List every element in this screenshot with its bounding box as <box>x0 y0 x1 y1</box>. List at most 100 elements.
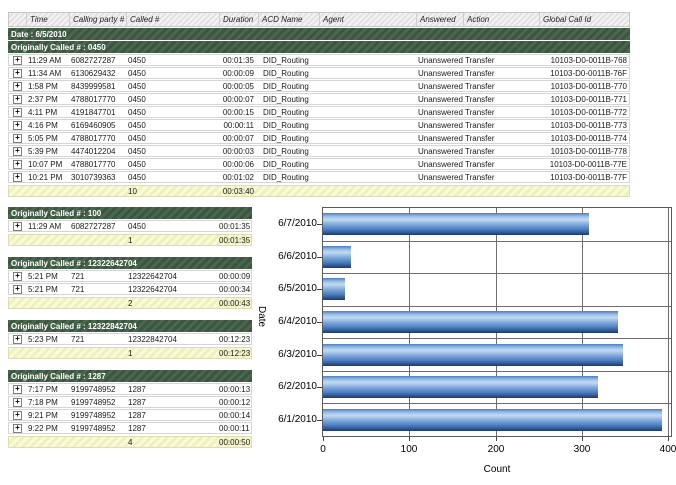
expand-row-icon[interactable]: + <box>13 398 22 407</box>
cell-action: Transfer <box>463 147 539 156</box>
cell-called: 1287 <box>126 411 219 420</box>
table-row: +11:29 AM6082727287045000:01:35DID_Routi… <box>8 54 630 66</box>
cell-global-call-id: 10103-D0-0011B-77E <box>539 160 631 169</box>
cell-global-call-id: 10103-D0-0011B-768 <box>539 56 631 65</box>
expand-row-icon[interactable]: + <box>13 285 22 294</box>
summary-call-count: 4 <box>126 438 219 447</box>
cell-calling-party: 6082727287 <box>69 222 126 231</box>
y-tick-label: 6/2/2010 <box>255 381 317 392</box>
table-row: +7:17 PM9199748952128700:00:13 <box>8 383 252 395</box>
table-header-row: TimeCalling party #Called #DurationACD N… <box>8 12 630 27</box>
y-tick-6-3-2010 <box>317 355 322 356</box>
x-axis-title: Count <box>322 464 672 475</box>
expand-row-icon[interactable]: + <box>13 160 22 169</box>
cell-acd-name: DID_Routing <box>258 134 319 143</box>
expand-row-icon[interactable]: + <box>13 95 22 104</box>
expand-cell: + <box>9 411 26 420</box>
expand-row-icon[interactable]: + <box>13 424 22 433</box>
cell-action: Transfer <box>463 56 539 65</box>
expand-cell: + <box>9 385 26 394</box>
cell-calling-party: 6169460905 <box>69 121 126 130</box>
cell-time: 5:21 PM <box>26 285 69 294</box>
cell-duration: 00:00:05 <box>219 82 258 91</box>
cell-time: 4:11 PM <box>26 108 69 117</box>
expand-row-icon[interactable]: + <box>13 147 22 156</box>
cell-called: 0450 <box>126 108 219 117</box>
expand-row-icon[interactable]: + <box>13 272 22 281</box>
called-group-section: Originally Called # : 100+11:29 AM608272… <box>8 207 252 246</box>
cell-acd-name: DID_Routing <box>258 69 319 78</box>
cell-duration: 00:00:07 <box>219 95 258 104</box>
group-summary-row: 400:00:50 <box>8 436 252 448</box>
expand-row-icon[interactable]: + <box>13 222 22 231</box>
cell-global-call-id: 10103-D0-0011B-774 <box>539 134 631 143</box>
expand-row-icon[interactable]: + <box>13 134 22 143</box>
y-tick-label: 6/1/2010 <box>255 414 317 425</box>
cell-time: 5:39 PM <box>26 147 69 156</box>
expand-row-icon[interactable]: + <box>13 411 22 420</box>
expand-row-icon[interactable]: + <box>13 173 22 182</box>
expand-cell: + <box>9 285 26 294</box>
cell-action: Transfer <box>463 173 539 182</box>
cell-global-call-id: 10103-D0-0011B-772 <box>539 108 631 117</box>
summary-call-count: 1 <box>126 349 219 358</box>
cell-calling-party: 4474012204 <box>69 147 126 156</box>
expand-row-icon[interactable]: + <box>13 69 22 78</box>
cell-calling-party: 4788017770 <box>69 95 126 104</box>
expand-cell: + <box>9 160 26 169</box>
x-tick-label: 400 <box>660 444 676 455</box>
cell-duration: 00:12:23 <box>219 335 253 344</box>
cell-duration: 00:00:06 <box>219 160 258 169</box>
gridline-y-band-5 <box>323 371 671 372</box>
expand-row-icon[interactable]: + <box>13 108 22 117</box>
table-row: +11:34 AM6130629432045000:00:09DID_Routi… <box>8 67 630 79</box>
cell-time: 2:37 PM <box>26 95 69 104</box>
expand-cell: + <box>9 69 26 78</box>
call-report-page: TimeCalling party #Called #DurationACD N… <box>0 0 676 485</box>
column-header-expand <box>9 13 26 26</box>
bar-6-6-2010 <box>323 246 351 268</box>
cell-answered: Unanswered <box>416 147 463 156</box>
originally-called-group-header: Originally Called # : 0450 <box>8 41 630 53</box>
summary-total-duration: 00:01:35 <box>219 236 253 245</box>
cell-answered: Unanswered <box>416 56 463 65</box>
column-header-acd-name: ACD Name <box>258 13 319 26</box>
expand-cell: + <box>9 82 26 91</box>
cell-calling-party: 4788017770 <box>69 134 126 143</box>
expand-row-icon[interactable]: + <box>13 82 22 91</box>
cell-calling-party: 9199748952 <box>69 398 126 407</box>
cell-called: 1287 <box>126 385 219 394</box>
expand-row-icon[interactable]: + <box>13 335 22 344</box>
cell-calling-party: 3010739363 <box>69 173 126 182</box>
originally-called-group-header: Originally Called # : 100 <box>8 207 252 219</box>
cell-duration: 00:00:11 <box>219 121 258 130</box>
table-row: +1:58 PM8439999581045000:00:05DID_Routin… <box>8 80 630 92</box>
cell-global-call-id: 10103-D0-0011B-773 <box>539 121 631 130</box>
expand-cell: + <box>9 95 26 104</box>
expand-row-icon[interactable]: + <box>13 56 22 65</box>
cell-answered: Unanswered <box>416 121 463 130</box>
cell-duration: 00:01:02 <box>219 173 258 182</box>
y-tick-label: 6/4/2010 <box>255 316 317 327</box>
cell-calling-party: 9199748952 <box>69 424 126 433</box>
expand-cell: + <box>9 424 26 433</box>
expand-cell: + <box>9 398 26 407</box>
cell-calling-party: 721 <box>69 335 126 344</box>
cell-called: 0450 <box>126 147 219 156</box>
summary-call-count: 10 <box>126 187 219 196</box>
cell-calling-party: 8439999581 <box>69 82 126 91</box>
cell-time: 11:34 AM <box>26 69 69 78</box>
cell-time: 5:23 PM <box>26 335 69 344</box>
cell-called: 0450 <box>126 82 219 91</box>
expand-row-icon[interactable]: + <box>13 121 22 130</box>
column-header-called: Called # <box>126 13 219 26</box>
bar-6-1-2010 <box>323 409 662 431</box>
summary-call-count: 2 <box>126 299 219 308</box>
column-header-time: Time <box>26 13 69 26</box>
cell-time: 9:22 PM <box>26 424 69 433</box>
expand-row-icon[interactable]: + <box>13 385 22 394</box>
summary-total-duration: 00:00:43 <box>219 299 253 308</box>
expand-cell: + <box>9 335 26 344</box>
x-tick-label: 300 <box>574 444 591 455</box>
column-header-global-call-id: Global Call Id <box>539 13 631 26</box>
